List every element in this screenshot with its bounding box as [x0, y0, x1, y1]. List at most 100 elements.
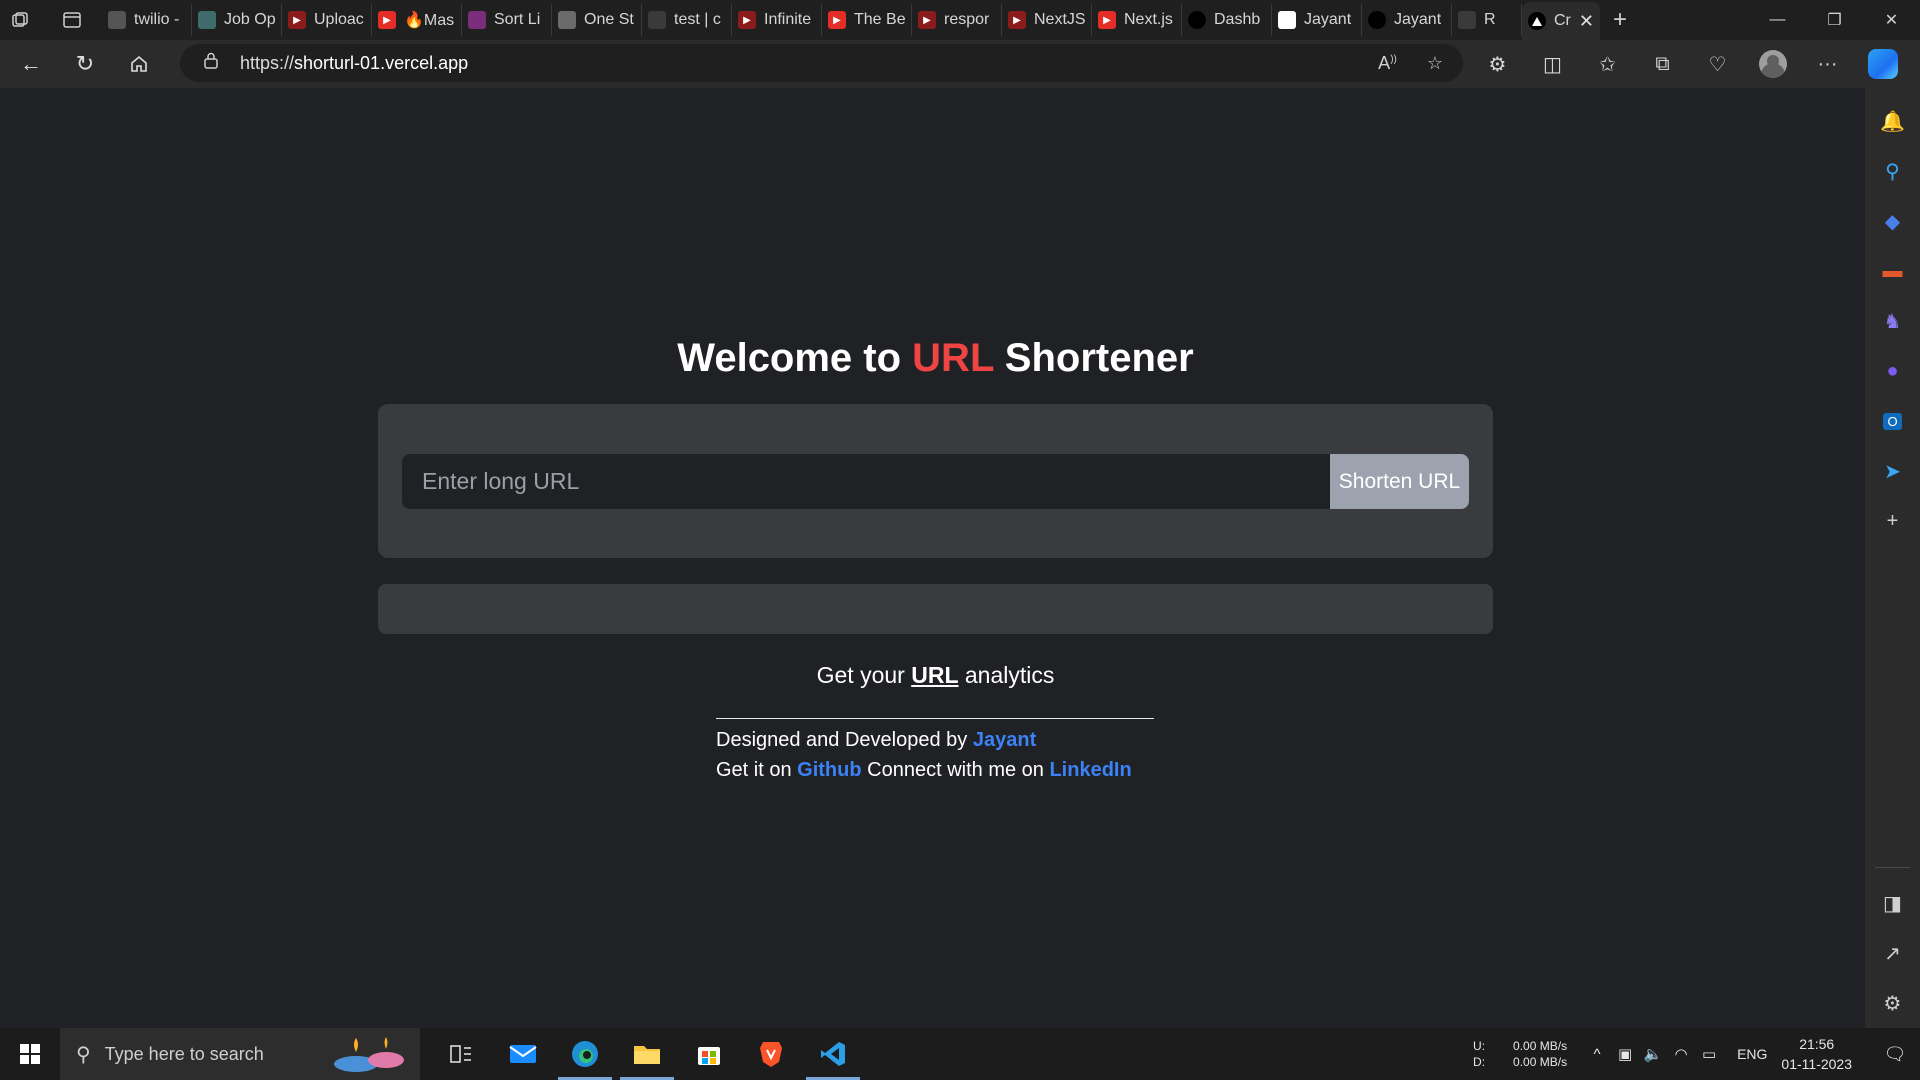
hide-sidebar-icon[interactable]: ◨ [1865, 878, 1920, 928]
shorten-url-button[interactable]: Shorten URL [1330, 454, 1469, 509]
windows-logo-icon [20, 1044, 40, 1064]
author-link[interactable]: Jayant [973, 729, 1036, 751]
credits-prefix: Designed and Developed by [716, 729, 973, 751]
c-icon [198, 11, 216, 29]
meet-now-icon[interactable]: ▣ [1611, 1045, 1639, 1063]
wifi-icon[interactable]: ◠ [1667, 1045, 1695, 1063]
tab-label: Sort Li [494, 11, 541, 28]
mail-icon[interactable] [492, 1028, 554, 1080]
lock-icon[interactable] [204, 52, 218, 74]
tab-7[interactable]: ▶ Infinite [732, 4, 822, 36]
chart-icon [1278, 11, 1296, 29]
shopping-tag-icon[interactable]: ◆ [1865, 196, 1920, 246]
clock-date: 01-11-2023 [1781, 1056, 1852, 1072]
external-link-icon[interactable]: ↗ [1865, 928, 1920, 978]
close-tab-icon[interactable]: ✕ [1579, 11, 1594, 32]
edge-browser-icon[interactable] [554, 1028, 616, 1080]
tab-label: Jayant [1304, 11, 1352, 28]
collections-icon[interactable]: ⧉ [1635, 44, 1690, 84]
tab-active[interactable]: Cr ✕ [1522, 2, 1600, 40]
restore-icon[interactable]: ❐ [1806, 0, 1863, 40]
tab-11[interactable]: ▶ Next.js [1092, 4, 1182, 36]
tab-6[interactable]: test | c [642, 4, 732, 36]
tab-label: Next.js [1124, 11, 1173, 28]
tab-label: NextJS [1034, 11, 1085, 28]
tab-actions-icon[interactable] [52, 0, 92, 40]
battery-icon[interactable]: ▭ [1695, 1045, 1723, 1063]
long-url-input[interactable] [402, 454, 1330, 509]
url-scheme: https:// [240, 52, 295, 73]
games-icon[interactable]: ♞ [1865, 296, 1920, 346]
read-aloud-icon[interactable]: A)) [1378, 53, 1397, 74]
page-viewport: Welcome to URL Shortener Shorten URL Get… [6, 88, 1865, 1028]
file-explorer-icon[interactable] [616, 1028, 678, 1080]
analytics-prompt: Get your URL analytics [6, 662, 1865, 689]
page-footer: Designed and Developed by Jayant Get it … [716, 718, 1154, 785]
profile-avatar[interactable] [1745, 44, 1800, 84]
tab-12[interactable]: Dashb [1182, 4, 1272, 36]
shorten-card: Shorten URL [378, 404, 1493, 558]
new-tab-button[interactable]: + [1600, 0, 1640, 40]
task-view-icon[interactable] [430, 1028, 492, 1080]
tab-label: Infinite [764, 11, 812, 28]
t-icon [468, 11, 486, 29]
tab-0[interactable]: twilio - [102, 4, 192, 36]
title-accent: URL [912, 336, 994, 380]
outlook-icon[interactable]: O [1865, 396, 1920, 446]
tab-4[interactable]: Sort Li [462, 4, 552, 36]
extensions-icon[interactable]: ⚙ [1470, 44, 1525, 84]
browser-essentials-icon[interactable]: ♡ [1690, 44, 1745, 84]
search-icon: ⚲ [76, 1043, 91, 1066]
bell-icon[interactable]: 🔔 [1865, 96, 1920, 146]
tab-label: Cr [1554, 12, 1571, 29]
short-url-result [378, 584, 1493, 634]
tools-icon[interactable]: ▬ [1865, 246, 1920, 296]
language-indicator[interactable]: ENG [1737, 1046, 1767, 1062]
search-icon[interactable]: ⚲ [1865, 146, 1920, 196]
show-hidden-icons-icon[interactable]: ^ [1583, 1046, 1611, 1063]
page-title: Welcome to URL Shortener [6, 336, 1865, 381]
clock[interactable]: 21:56 01-11-2023 [1781, 1034, 1852, 1074]
tab-8[interactable]: ▶ The Be [822, 4, 912, 36]
tab-3[interactable]: ▶ 🔥Mas [372, 4, 462, 36]
start-button[interactable] [0, 1028, 60, 1080]
tab-1[interactable]: Job Op [192, 4, 282, 36]
tab-9[interactable]: ▶ respor [912, 4, 1002, 36]
favorites-icon[interactable]: ✩ [1580, 44, 1635, 84]
system-tray: U: D: 0.00 MB/s 0.00 MB/s ^ ▣ 🔈 ◠ ▭ ENG 21… [1473, 1028, 1920, 1080]
minimize-icon[interactable]: — [1749, 0, 1806, 40]
add-sidebar-app-icon[interactable]: + [1865, 496, 1920, 546]
vscode-icon[interactable] [802, 1028, 864, 1080]
split-screen-icon[interactable]: ◫ [1525, 44, 1580, 84]
microsoft-store-icon[interactable] [678, 1028, 740, 1080]
tab-14[interactable]: Jayant [1362, 4, 1452, 36]
copilot-icon[interactable] [1855, 44, 1910, 84]
microsoft365-icon[interactable]: ● [1865, 346, 1920, 396]
github-prefix: Get it on [716, 759, 798, 781]
address-bar[interactable]: https://shorturl-01.vercel.app A)) ☆ [180, 44, 1463, 82]
close-window-icon[interactable]: ✕ [1863, 0, 1920, 40]
brave-browser-icon[interactable] [740, 1028, 802, 1080]
github-link[interactable]: Github [797, 759, 861, 781]
url-host: shorturl-01.vercel.app [294, 52, 469, 73]
tab-13[interactable]: Jayant [1272, 4, 1362, 36]
notification-center-icon[interactable]: 🗨 [1870, 1044, 1920, 1065]
favorite-star-icon[interactable]: ☆ [1427, 53, 1443, 74]
settings-icon[interactable]: ⚙ [1865, 978, 1920, 1028]
send-icon[interactable]: ➤ [1865, 446, 1920, 496]
credits-line: Designed and Developed by Jayant [716, 725, 1154, 755]
back-icon[interactable]: ← [8, 44, 54, 84]
volume-icon[interactable]: 🔈 [1639, 1045, 1667, 1063]
linkedin-link[interactable]: LinkedIn [1049, 759, 1131, 781]
tab-5[interactable]: One St [552, 4, 642, 36]
upload-label: U: [1473, 1039, 1486, 1053]
refresh-icon[interactable]: ↻ [62, 44, 108, 84]
tab-15[interactable]: R [1452, 4, 1522, 36]
home-icon[interactable] [116, 44, 162, 84]
tab-10[interactable]: ▶ NextJS [1002, 4, 1092, 36]
more-menu-icon[interactable]: ··· [1800, 44, 1855, 84]
tab-2[interactable]: ▶ Uploac [282, 4, 372, 36]
workspaces-icon[interactable] [0, 0, 40, 40]
taskbar-search[interactable]: ⚲ Type here to search [60, 1028, 420, 1080]
analytics-link[interactable]: URL [911, 662, 958, 688]
